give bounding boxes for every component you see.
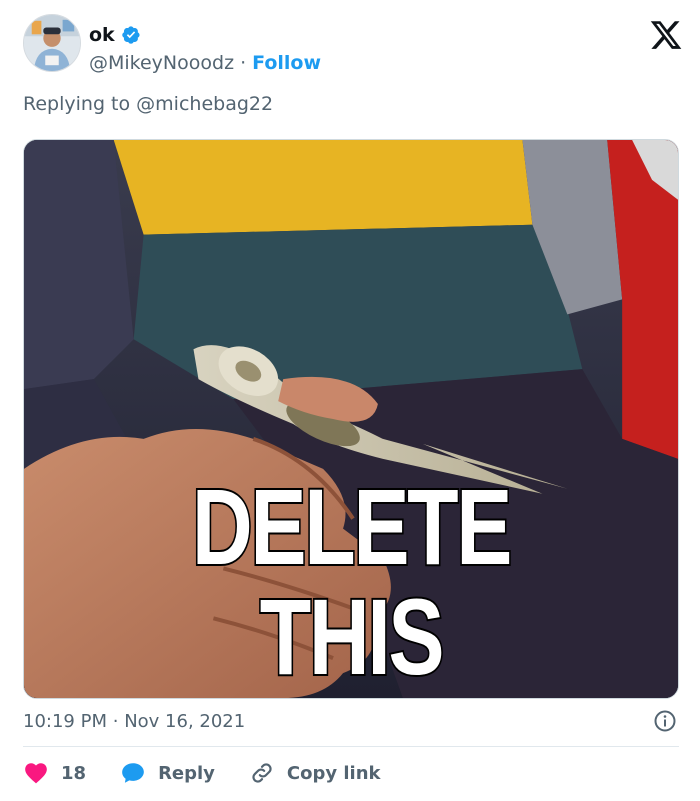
meme-caption: DELETE THIS — [190, 466, 514, 697]
like-count: 18 — [61, 762, 87, 784]
heart-icon — [25, 763, 47, 784]
replying-to: Replying to @michebag22 — [23, 91, 273, 117]
copy-link-label: Copy link — [286, 762, 381, 784]
avatar-image — [24, 15, 80, 71]
tweet-meta-row: 10:19 PM · Nov 16, 2021 — [23, 707, 679, 735]
avatar[interactable] — [23, 14, 81, 72]
user-handle[interactable]: @MikeyNooodz — [89, 51, 234, 75]
divider — [23, 746, 679, 747]
tweet-time: 10:19 PM — [23, 710, 107, 732]
speech-bubble-icon — [122, 763, 144, 783]
info-icon[interactable] — [653, 709, 677, 733]
verified-badge-icon — [121, 25, 141, 45]
copy-link-button[interactable]: Copy link — [249, 760, 381, 786]
like-button[interactable]: 18 — [23, 760, 86, 786]
tweet-date: Nov 16, 2021 — [124, 710, 246, 732]
name-row: ok — [89, 22, 141, 48]
reply-button[interactable]: Reply — [120, 760, 215, 786]
tweet-actions: 18 Reply Copy link — [23, 757, 415, 789]
handle-row: @MikeyNooodz · Follow — [89, 51, 321, 75]
tweet-header: ok @MikeyNooodz · Follow — [23, 14, 683, 80]
tweet-embed-card: ok @MikeyNooodz · Follow Replying to @mi… — [0, 0, 700, 801]
reply-label: Reply — [158, 762, 215, 784]
display-name[interactable]: ok — [89, 23, 115, 47]
separator-dot: · — [240, 52, 247, 74]
reply-mention-link[interactable]: @michebag22 — [136, 93, 273, 115]
timestamp-link[interactable]: 10:19 PM · Nov 16, 2021 — [23, 711, 245, 732]
replying-prefix: Replying to — [23, 93, 131, 115]
meta-separator: · — [112, 710, 119, 732]
follow-button[interactable]: Follow — [252, 51, 321, 75]
link-icon — [252, 763, 272, 783]
tweet-media-image[interactable]: DELETE THIS — [23, 139, 679, 699]
x-logo-icon[interactable] — [649, 18, 683, 52]
